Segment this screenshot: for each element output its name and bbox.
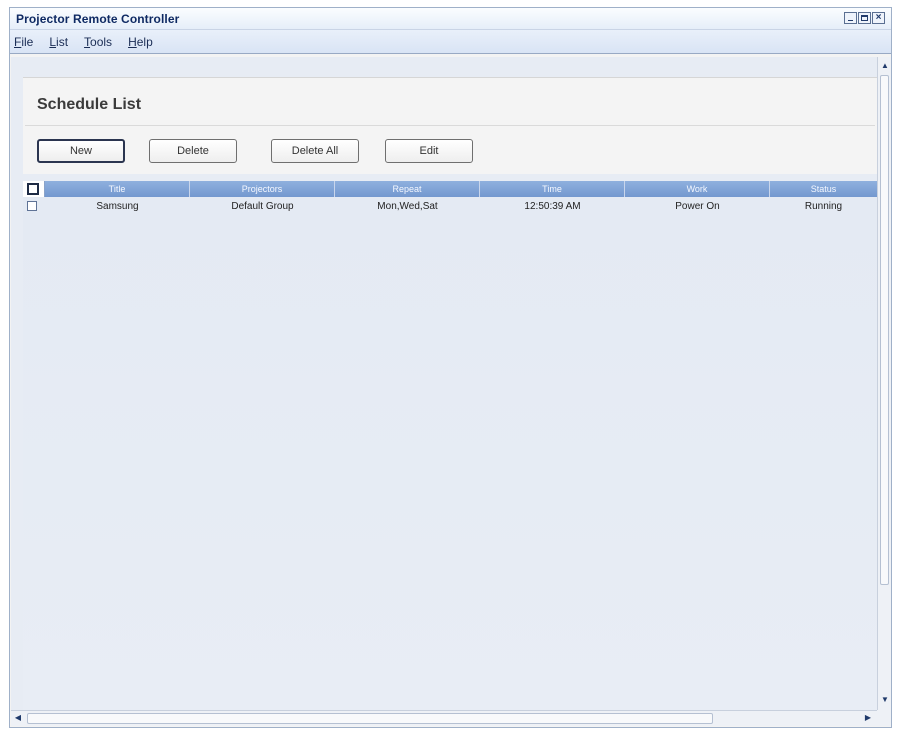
scroll-right-icon[interactable]: ▶ — [863, 713, 873, 723]
column-header-status[interactable]: Status — [770, 181, 877, 197]
column-header-title[interactable]: Title — [45, 181, 190, 197]
cell-repeat: Mon,Wed,Sat — [377, 201, 438, 212]
close-button[interactable]: × — [872, 12, 885, 24]
menu-list[interactable]: List — [43, 35, 78, 49]
content-area: Schedule List New Delete Delete All Edit… — [11, 57, 877, 710]
row-checkbox[interactable] — [27, 201, 37, 211]
vertical-scrollbar[interactable]: ▲ ▼ — [877, 57, 891, 710]
window-title: Projector Remote Controller — [16, 12, 180, 26]
column-header-repeat[interactable]: Repeat — [335, 181, 480, 197]
horizontal-scroll-thumb[interactable] — [27, 713, 713, 724]
cell-work: Power On — [675, 201, 720, 212]
page-title: Schedule List — [37, 96, 142, 113]
select-all-checkbox[interactable] — [27, 183, 39, 195]
menu-file-rest: ile — [21, 34, 34, 49]
app-window: Projector Remote Controller × File List … — [9, 7, 892, 728]
menu-help[interactable]: Help — [122, 35, 163, 49]
delete-button[interactable]: Delete — [149, 139, 237, 163]
row-check-cell — [23, 198, 45, 215]
edit-button[interactable]: Edit — [385, 139, 473, 163]
menu-file[interactable]: File — [10, 35, 43, 49]
window-controls: × — [844, 12, 885, 24]
table-header: Title Projectors Repeat Time Work Status — [23, 181, 877, 197]
close-icon: × — [875, 12, 882, 23]
vertical-scroll-thumb[interactable] — [880, 75, 889, 585]
column-header-time[interactable]: Time — [480, 181, 625, 197]
delete-all-button[interactable]: Delete All — [271, 139, 359, 163]
column-header-work[interactable]: Work — [625, 181, 770, 197]
cell-time: 12:50:39 AM — [524, 201, 581, 212]
cell-title: Samsung — [96, 201, 139, 212]
menu-tools[interactable]: Tools — [78, 35, 122, 49]
menu-bar: File List Tools Help — [10, 30, 891, 54]
menu-list-rest: ist — [56, 34, 69, 49]
menu-help-mnemonic: H — [128, 34, 137, 49]
scroll-left-icon[interactable]: ◀ — [13, 713, 23, 723]
scroll-up-icon[interactable]: ▲ — [880, 61, 890, 71]
schedule-table: Title Projectors Repeat Time Work Status… — [23, 181, 877, 710]
scroll-down-icon[interactable]: ▼ — [880, 695, 890, 705]
cell-status: Running — [804, 201, 843, 212]
table-row[interactable]: Samsung Default Group Mon,Wed,Sat 12:50:… — [23, 198, 877, 215]
header-divider — [25, 125, 875, 126]
menu-tools-rest: ools — [90, 34, 113, 49]
maximize-button[interactable] — [858, 12, 871, 24]
schedule-header-panel: Schedule List New Delete Delete All Edit — [23, 77, 877, 174]
menu-help-rest: elp — [136, 34, 153, 49]
scrollbar-corner — [877, 710, 891, 726]
cell-projectors: Default Group — [231, 201, 294, 212]
new-button[interactable]: New — [37, 139, 125, 163]
column-header-projectors[interactable]: Projectors — [190, 181, 335, 197]
select-all-cell — [23, 181, 45, 197]
title-bar[interactable]: Projector Remote Controller × — [10, 8, 891, 30]
horizontal-scrollbar[interactable]: ◀ ▶ — [11, 710, 877, 726]
minimize-button[interactable] — [844, 12, 857, 24]
